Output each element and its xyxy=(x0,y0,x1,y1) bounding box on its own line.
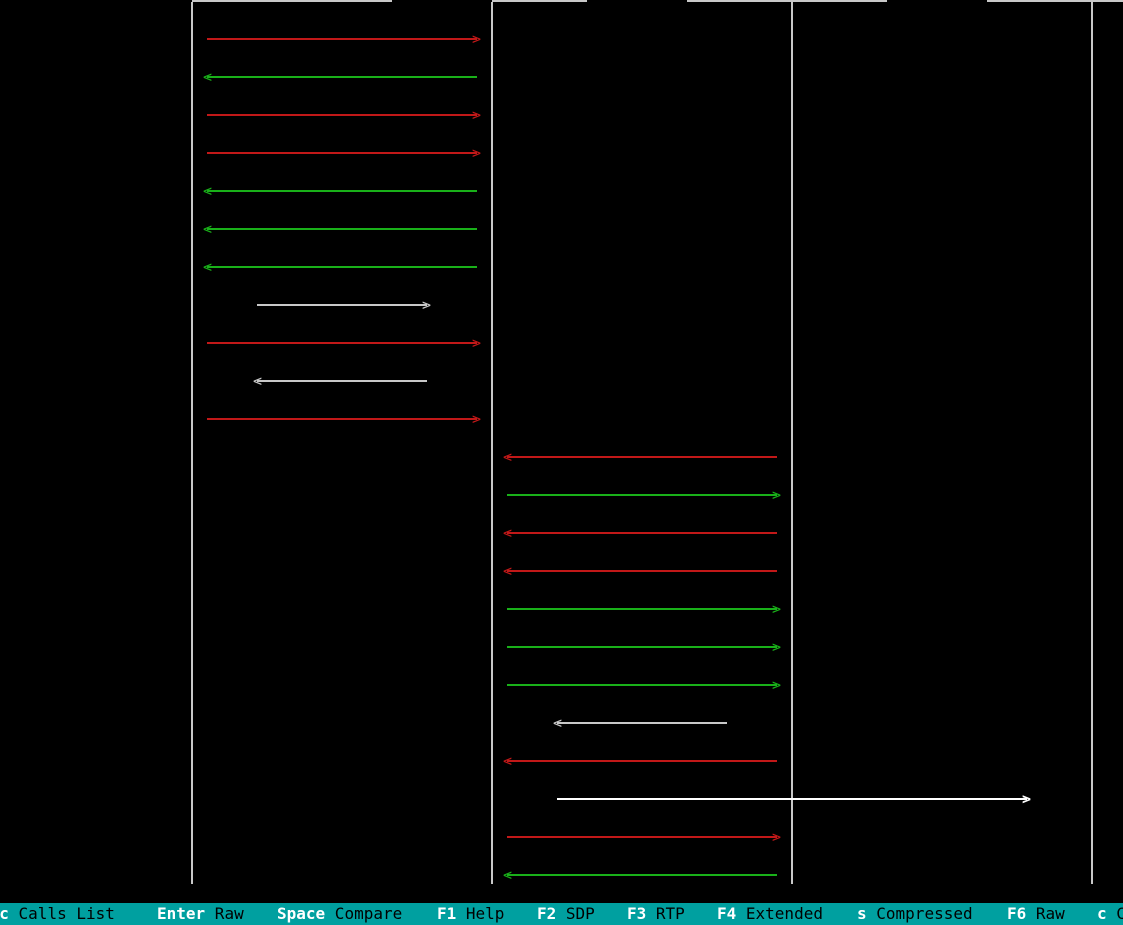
message-arrow: > xyxy=(507,678,781,693)
participant-line-4 xyxy=(1091,2,1093,884)
footer-key-1[interactable]: Enter Raw xyxy=(157,904,244,924)
keybinding-key: F4 xyxy=(717,904,737,923)
message-arrow: > xyxy=(207,32,481,47)
footer-key-0[interactable]: Esc Calls List xyxy=(0,904,115,924)
participant-line-3 xyxy=(791,2,793,884)
message-arrow: > xyxy=(207,336,481,351)
arrow-left-icon: < xyxy=(203,220,213,238)
column-header-1 xyxy=(192,0,392,2)
message-arrow: > xyxy=(507,640,781,655)
arrow-right-icon: > xyxy=(771,600,781,618)
footer-key-6[interactable]: F4 Extended xyxy=(717,904,823,924)
keybinding-label: Raw xyxy=(1026,904,1065,923)
arrow-left-icon: < xyxy=(503,448,513,466)
arrow-right-icon: > xyxy=(771,486,781,504)
message-arrow: < xyxy=(503,754,777,769)
arrow-right-icon: > xyxy=(771,638,781,656)
keybinding-key: Esc xyxy=(0,904,9,923)
message-arrow: > xyxy=(507,602,781,617)
message-arrow: > xyxy=(207,108,481,123)
keybinding-label: Compare xyxy=(325,904,403,923)
footer-key-5[interactable]: F3 RTP xyxy=(627,904,685,924)
column-header-4 xyxy=(987,0,1123,2)
rtp-stream-arrow: < xyxy=(553,716,727,731)
keybinding-label: Help xyxy=(456,904,505,923)
message-arrow: > xyxy=(507,830,781,845)
footer-key-7[interactable]: s Compressed xyxy=(857,904,973,924)
arrow-left-icon: < xyxy=(503,752,513,770)
arrow-right-icon: > xyxy=(471,144,481,162)
message-arrow: < xyxy=(503,868,777,883)
arrow-right-icon: > xyxy=(421,296,431,314)
arrow-right-icon: > xyxy=(471,30,481,48)
message-arrow: > xyxy=(207,146,481,161)
arrow-right-icon: > xyxy=(771,828,781,846)
keybinding-label: Raw xyxy=(205,904,244,923)
arrow-right-icon: > xyxy=(1021,790,1031,808)
arrow-right-icon: > xyxy=(771,676,781,694)
keybinding-label: SDP xyxy=(556,904,595,923)
arrow-left-icon: < xyxy=(553,714,563,732)
footer-key-3[interactable]: F1 Help xyxy=(437,904,504,924)
message-arrow: > xyxy=(507,488,781,503)
arrow-left-icon: < xyxy=(503,866,513,884)
column-header-2 xyxy=(492,0,587,2)
message-arrow: < xyxy=(503,564,777,579)
column-header-3 xyxy=(687,0,887,2)
arrow-right-icon: > xyxy=(471,410,481,428)
keybinding-label: Extended xyxy=(736,904,823,923)
participant-line-2 xyxy=(491,2,493,884)
arrow-left-icon: < xyxy=(503,524,513,542)
footer-key-2[interactable]: Space Compare xyxy=(277,904,402,924)
message-arrow: > xyxy=(207,412,481,427)
rtp-stream-arrow: < xyxy=(253,374,427,389)
keybinding-label: RTP xyxy=(646,904,685,923)
keybinding-key: Space xyxy=(277,904,326,923)
message-arrow: < xyxy=(203,70,477,85)
arrow-right-icon: > xyxy=(471,334,481,352)
arrow-right-icon: > xyxy=(471,106,481,124)
participant-line-1 xyxy=(191,2,193,884)
footer-key-4[interactable]: F2 SDP xyxy=(537,904,595,924)
arrow-left-icon: < xyxy=(203,258,213,276)
arrow-left-icon: < xyxy=(503,562,513,580)
footer-key-9[interactable]: c C xyxy=(1097,904,1123,924)
arrow-left-icon: < xyxy=(203,182,213,200)
keybinding-label: Calls List xyxy=(8,904,115,923)
message-arrow: < xyxy=(203,260,477,275)
keybinding-key: F6 xyxy=(1007,904,1027,923)
keybinding-key: Enter xyxy=(157,904,206,923)
message-arrow: < xyxy=(503,450,777,465)
keybinding-key: s xyxy=(857,904,867,923)
keybinding-key: c xyxy=(1097,904,1107,923)
arrow-left-icon: < xyxy=(203,68,213,86)
keybinding-key: F1 xyxy=(437,904,457,923)
message-arrow: < xyxy=(203,222,477,237)
call-flow-diagram: > < > > < < < > > < > < > < < > > > < < > > < xyxy=(0,0,1123,900)
footer-key-8[interactable]: F6 Raw xyxy=(1007,904,1065,924)
message-arrow: < xyxy=(503,526,777,541)
keybinding-key: F3 xyxy=(627,904,647,923)
arrow-left-icon: < xyxy=(253,372,263,390)
keybinding-label: Compressed xyxy=(866,904,973,923)
keybindings-bar: Esc Calls List Enter Raw Space Compare F1 H… xyxy=(0,903,1123,925)
keybinding-key: F2 xyxy=(537,904,557,923)
keybinding-label: C xyxy=(1116,904,1123,923)
rtp-stream-arrow: > xyxy=(257,298,431,313)
rtp-stream-arrow: > xyxy=(557,792,1031,807)
message-arrow: < xyxy=(203,184,477,199)
